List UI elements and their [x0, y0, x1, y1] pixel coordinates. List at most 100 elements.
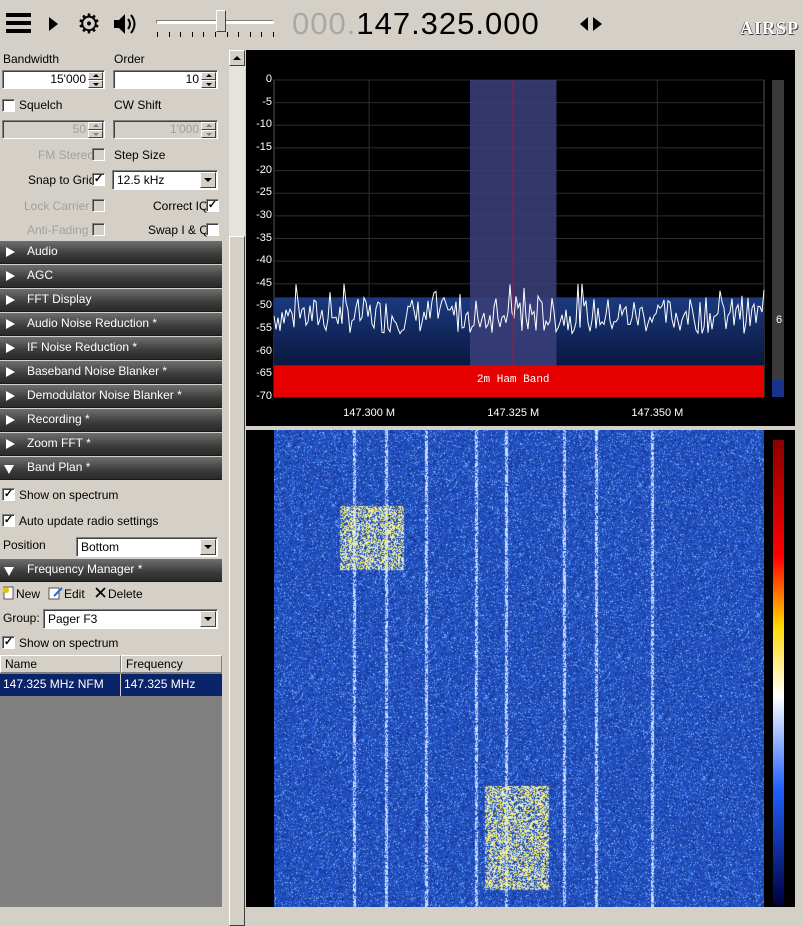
delete-button[interactable]: Delete	[94, 586, 143, 601]
waterfall-panel[interactable]	[246, 430, 795, 907]
section-fft-display[interactable]: FFT Display	[0, 289, 222, 312]
volume-tick	[226, 32, 228, 37]
chevron-down-icon[interactable]	[200, 611, 216, 627]
frequency-display[interactable]: 000.147.325.000	[292, 6, 540, 42]
section-zoom-fft[interactable]: Zoom FFT *	[0, 433, 222, 456]
gear-icon[interactable]: ⚙	[74, 9, 104, 39]
y-tick-label: -35	[256, 231, 272, 244]
section-label: Band Plan *	[27, 460, 91, 474]
panel-scrollbar[interactable]	[229, 50, 245, 926]
y-tick-label: -30	[256, 208, 272, 221]
column-header-frequency[interactable]: Frequency	[121, 655, 222, 673]
brand-logo: AIRSP	[740, 18, 800, 38]
freq-manager-show-checkbox[interactable]: ✓	[2, 636, 15, 649]
section-demodulator-noise-blanker[interactable]: Demodulator Noise Blanker *	[0, 385, 222, 408]
scrollbar-thumb[interactable]	[229, 236, 245, 926]
section-band-plan[interactable]: Band Plan *	[0, 457, 222, 480]
squelch-down-button[interactable]	[88, 130, 103, 138]
window-edge	[795, 50, 803, 907]
edit-label: Edit	[64, 587, 85, 601]
y-tick-label: -10	[256, 118, 272, 131]
volume-tick	[191, 32, 193, 37]
anti-fading-checkbox[interactable]	[92, 223, 105, 236]
section-agc[interactable]: AGC	[0, 265, 222, 288]
auto-update-checkbox[interactable]: ✓	[2, 514, 15, 527]
chevron-down-icon[interactable]	[200, 172, 216, 188]
position-label: Position	[3, 538, 46, 552]
volume-tick	[238, 32, 240, 37]
settings-panel: Bandwidth Order 15'000 10 Squelch CW Shi…	[0, 50, 228, 907]
level-readout: 6	[775, 314, 783, 326]
cw-shift-up-button[interactable]	[201, 122, 216, 130]
play-icon[interactable]	[44, 9, 62, 39]
order-spinbox[interactable]: 10	[113, 70, 218, 89]
cw-shift-down-button[interactable]	[201, 130, 216, 138]
new-button[interactable]: New	[2, 586, 40, 601]
waterfall-gradient-bar	[773, 440, 784, 905]
spectrum-plot[interactable]	[246, 50, 795, 426]
chevron-right-icon	[6, 439, 15, 449]
chevron-down-icon	[4, 567, 14, 576]
table-header: Name Frequency	[0, 655, 222, 673]
section-frequency-manager[interactable]: Frequency Manager *	[0, 559, 222, 582]
lock-carrier-checkbox[interactable]	[92, 199, 105, 212]
section-audio-noise-reduction[interactable]: Audio Noise Reduction *	[0, 313, 222, 336]
menu-icon[interactable]	[3, 9, 33, 39]
chevron-down-icon[interactable]	[200, 539, 216, 555]
correct-iq-label: Correct IQ	[153, 199, 209, 213]
section-recording[interactable]: Recording *	[0, 409, 222, 432]
edit-button[interactable]: Edit	[48, 586, 85, 601]
group-select[interactable]: Pager F3	[43, 609, 218, 629]
correct-iq-checkbox[interactable]: ✓	[206, 199, 219, 212]
chevron-right-icon	[6, 391, 15, 401]
order-up-button[interactable]	[201, 72, 216, 80]
tune-arrows-icon[interactable]	[578, 15, 604, 33]
cw-shift-label: CW Shift	[114, 98, 162, 112]
frequency-digits[interactable]: 147.325.000	[356, 6, 539, 41]
volume-thumb[interactable]	[215, 10, 226, 32]
swap-iq-checkbox[interactable]	[206, 223, 219, 236]
order-label: Order	[114, 52, 145, 66]
volume-tick	[168, 32, 170, 37]
cw-shift-spinbox[interactable]: 1'000	[113, 120, 218, 139]
band-plan-show-checkbox[interactable]: ✓	[2, 488, 15, 501]
column-header-name[interactable]: Name	[0, 655, 121, 673]
snap-to-grid-checkbox[interactable]: ✓	[92, 173, 105, 186]
delete-icon	[95, 587, 106, 598]
chevron-right-icon	[6, 367, 15, 377]
group-value: Pager F3	[48, 612, 98, 626]
y-tick-label: -5	[262, 95, 272, 108]
volume-tick	[249, 32, 251, 37]
squelch-up-button[interactable]	[88, 122, 103, 130]
y-tick-label: -15	[256, 140, 272, 153]
section-label: AGC	[27, 268, 54, 282]
band-plan-show-label: Show on spectrum	[19, 488, 119, 502]
lock-carrier-label: Lock Carrier	[24, 199, 90, 213]
table-row[interactable]: 147.325 MHz NFM 147.325 MHz	[0, 674, 222, 696]
squelch-checkbox[interactable]	[2, 99, 15, 112]
auto-update-label: Auto update radio settings	[19, 514, 159, 528]
bandwidth-up-button[interactable]	[88, 72, 103, 80]
frequency-manager-toolbar: New Edit Delete	[0, 583, 222, 605]
bandwidth-spinbox[interactable]: 15'000	[2, 70, 105, 89]
section-baseband-noise-blanker[interactable]: Baseband Noise Blanker *	[0, 361, 222, 384]
scroll-up-button[interactable]	[229, 50, 245, 66]
bandwidth-down-button[interactable]	[88, 80, 103, 88]
speaker-icon[interactable]	[112, 9, 140, 39]
section-audio[interactable]: Audio	[0, 241, 222, 264]
order-down-button[interactable]	[201, 80, 216, 88]
section-if-noise-reduction[interactable]: IF Noise Reduction *	[0, 337, 222, 360]
frequency-leading-digits[interactable]: 000.	[292, 6, 356, 41]
position-select[interactable]: Bottom	[76, 537, 218, 557]
fm-stereo-checkbox[interactable]	[92, 148, 105, 161]
section-label: Recording *	[27, 412, 90, 426]
toolbar: ⚙ 000.147.325.000 AIRSP	[0, 0, 803, 50]
step-size-label: Step Size	[114, 148, 166, 162]
new-label: New	[16, 587, 41, 601]
spectrum-panel[interactable]	[246, 50, 795, 426]
squelch-spinbox[interactable]: 50	[2, 120, 105, 139]
step-size-select[interactable]: 12.5 kHz	[112, 170, 218, 190]
volume-slider[interactable]	[152, 6, 280, 40]
swap-iq-label: Swap I & Q	[148, 223, 209, 237]
volume-tick	[157, 32, 158, 37]
